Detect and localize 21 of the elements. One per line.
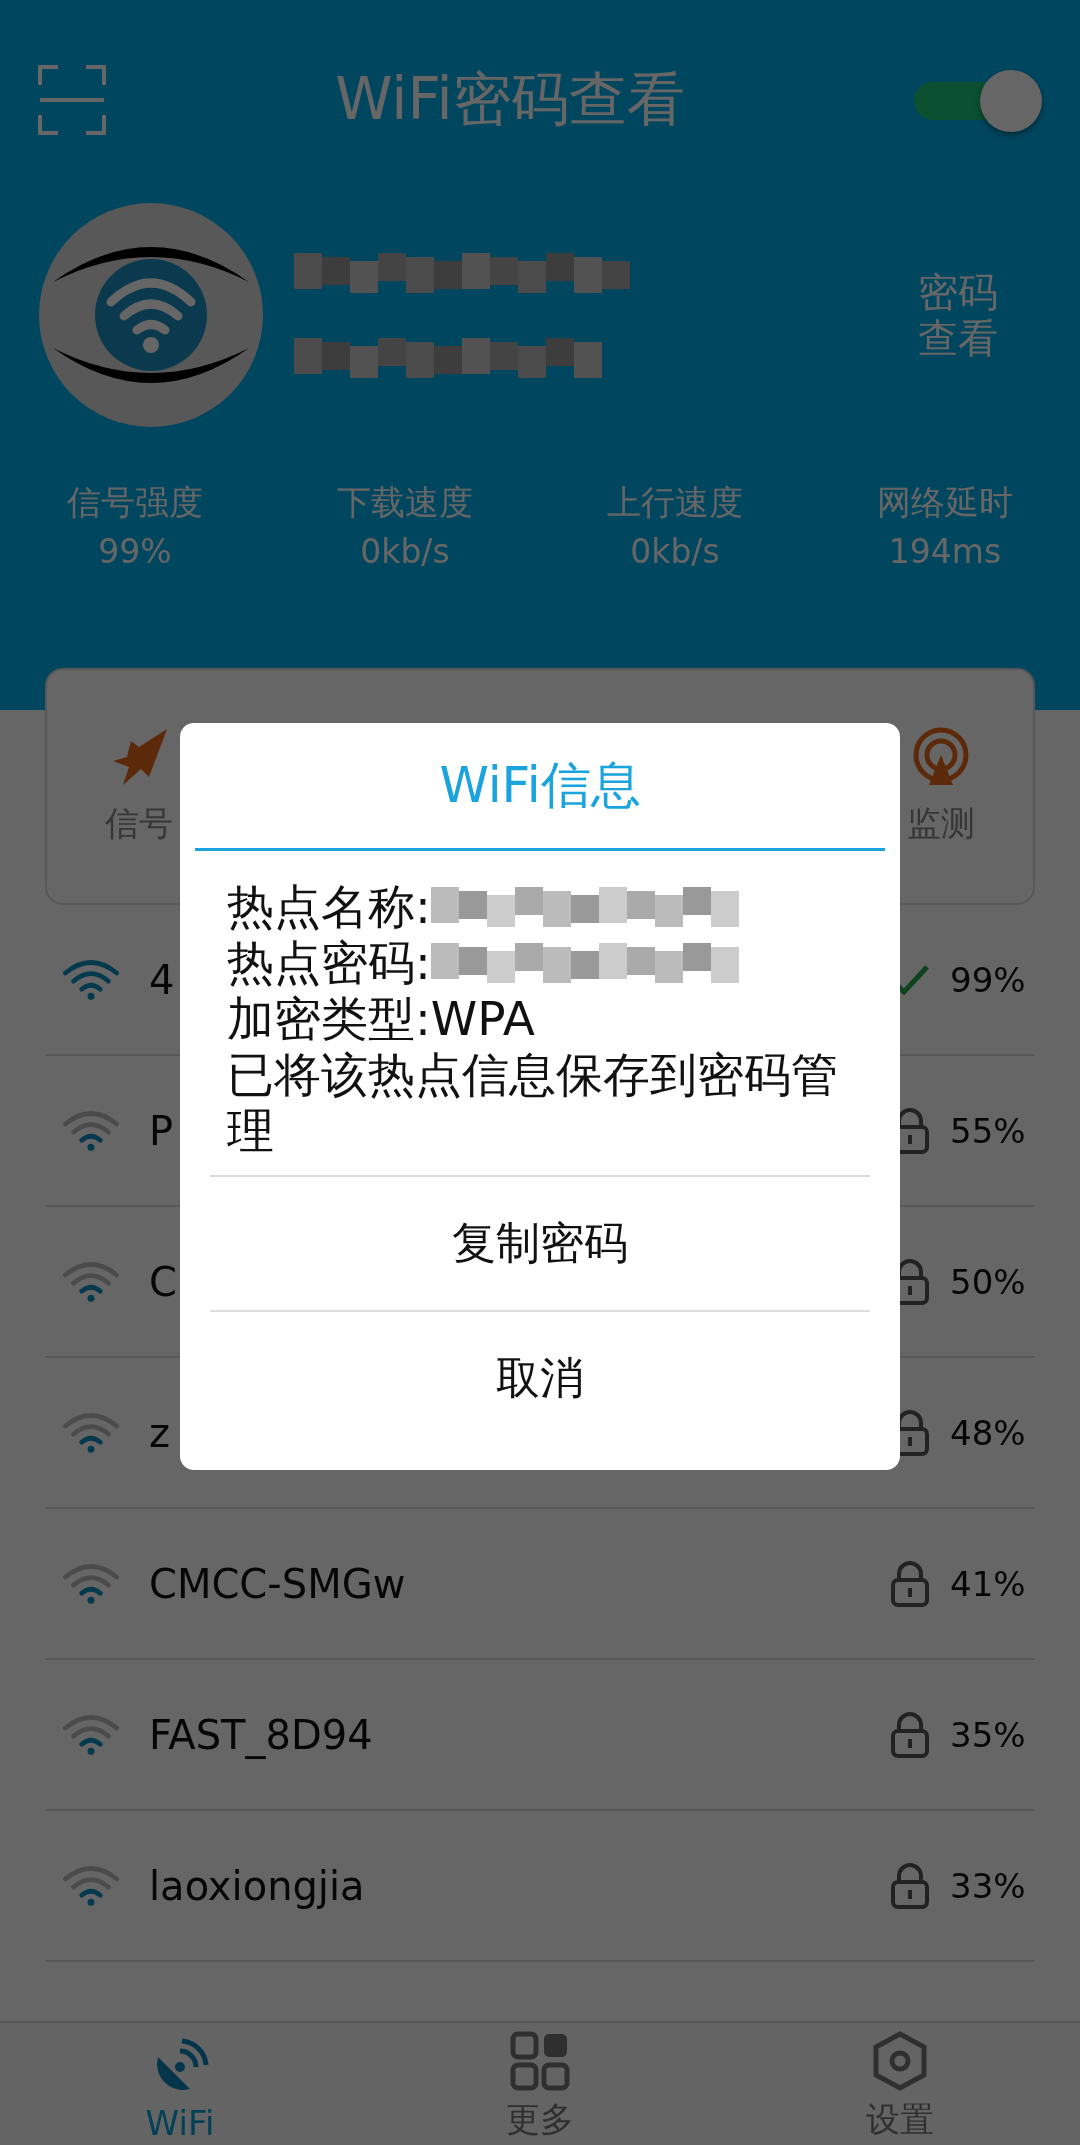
stat-value: 99% xyxy=(98,532,172,571)
network-name: laoxiongjia xyxy=(149,1862,365,1909)
stat-value: 0kb/s xyxy=(360,532,450,571)
dialog-text: 热点密码: xyxy=(227,935,431,991)
network-name: z xyxy=(149,1409,170,1456)
stat-value: 0kb/s xyxy=(630,532,720,571)
dialog-title: WiFi信息 xyxy=(195,723,885,851)
stat-label: 信号强度 xyxy=(67,481,203,524)
stat-label: 下载速度 xyxy=(337,481,473,524)
network-name: C xyxy=(149,1258,177,1305)
stat-label: 上行速度 xyxy=(607,481,743,524)
network-name: FAST_8D94 xyxy=(149,1711,373,1758)
stat-value: 194ms xyxy=(888,532,1002,571)
stat-label: 网络延时 xyxy=(877,481,1013,524)
network-name: P xyxy=(149,1107,174,1154)
dialog-text: 加密类型:WPA xyxy=(227,991,535,1047)
network-name: CMCC-SMGw xyxy=(149,1560,406,1607)
network-name: 4 xyxy=(149,956,175,1003)
dialog-text: 已将该热点信息保存到密码管理 xyxy=(227,1047,839,1159)
dialog-text: 热点名称: xyxy=(227,879,431,935)
app-title: WiFi密码查看 xyxy=(335,64,685,135)
